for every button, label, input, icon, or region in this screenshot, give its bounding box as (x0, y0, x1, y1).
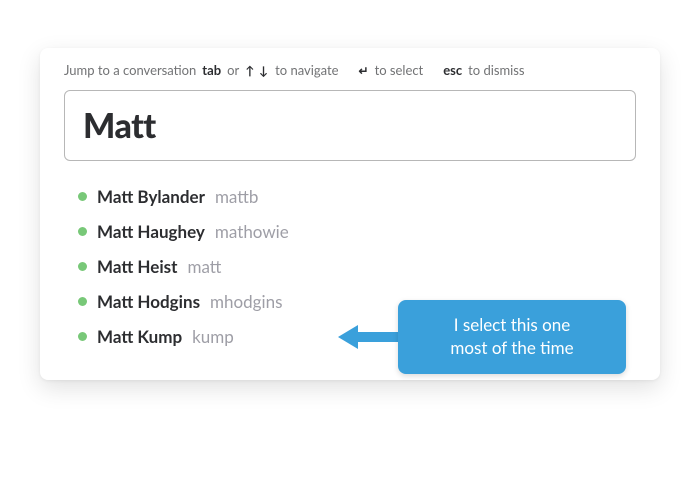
callout-line-2: most of the time (420, 337, 604, 360)
key-arrows: ↑ ↓ (245, 63, 269, 78)
result-username: kump (192, 326, 234, 347)
result-display-name: Matt Hodgins (97, 291, 200, 312)
search-field-wrapper[interactable] (64, 90, 636, 161)
hint-select: to select (375, 62, 424, 78)
hint-dismiss: to dismiss (468, 62, 524, 78)
hint-navigate: to navigate (275, 62, 338, 78)
result-display-name: Matt Bylander (97, 186, 205, 207)
annotation-callout: I select this one most of the time (398, 300, 626, 374)
result-display-name: Matt Haughey (97, 221, 205, 242)
key-tab: tab (202, 62, 221, 78)
result-item[interactable]: Matt Bylander mattb (78, 179, 636, 214)
result-username: mattb (215, 186, 258, 207)
presence-dot-icon (78, 227, 87, 236)
key-enter: ↵ (359, 63, 369, 78)
keyboard-hints: Jump to a conversation tab or ↑ ↓ to nav… (64, 62, 636, 78)
hint-intro: Jump to a conversation (64, 62, 196, 78)
presence-dot-icon (78, 297, 87, 306)
result-item[interactable]: Matt Haughey mathowie (78, 214, 636, 249)
result-username: matt (187, 256, 221, 277)
presence-dot-icon (78, 332, 87, 341)
result-username: mhodgins (210, 291, 282, 312)
search-input[interactable] (83, 105, 617, 146)
hint-or: or (227, 62, 239, 78)
callout-line-1: I select this one (420, 314, 604, 337)
presence-dot-icon (78, 262, 87, 271)
presence-dot-icon (78, 192, 87, 201)
key-esc: esc (443, 62, 462, 78)
result-username: mathowie (215, 221, 289, 242)
result-item[interactable]: Matt Heist matt (78, 249, 636, 284)
result-display-name: Matt Heist (97, 256, 177, 277)
result-display-name: Matt Kump (97, 326, 182, 347)
